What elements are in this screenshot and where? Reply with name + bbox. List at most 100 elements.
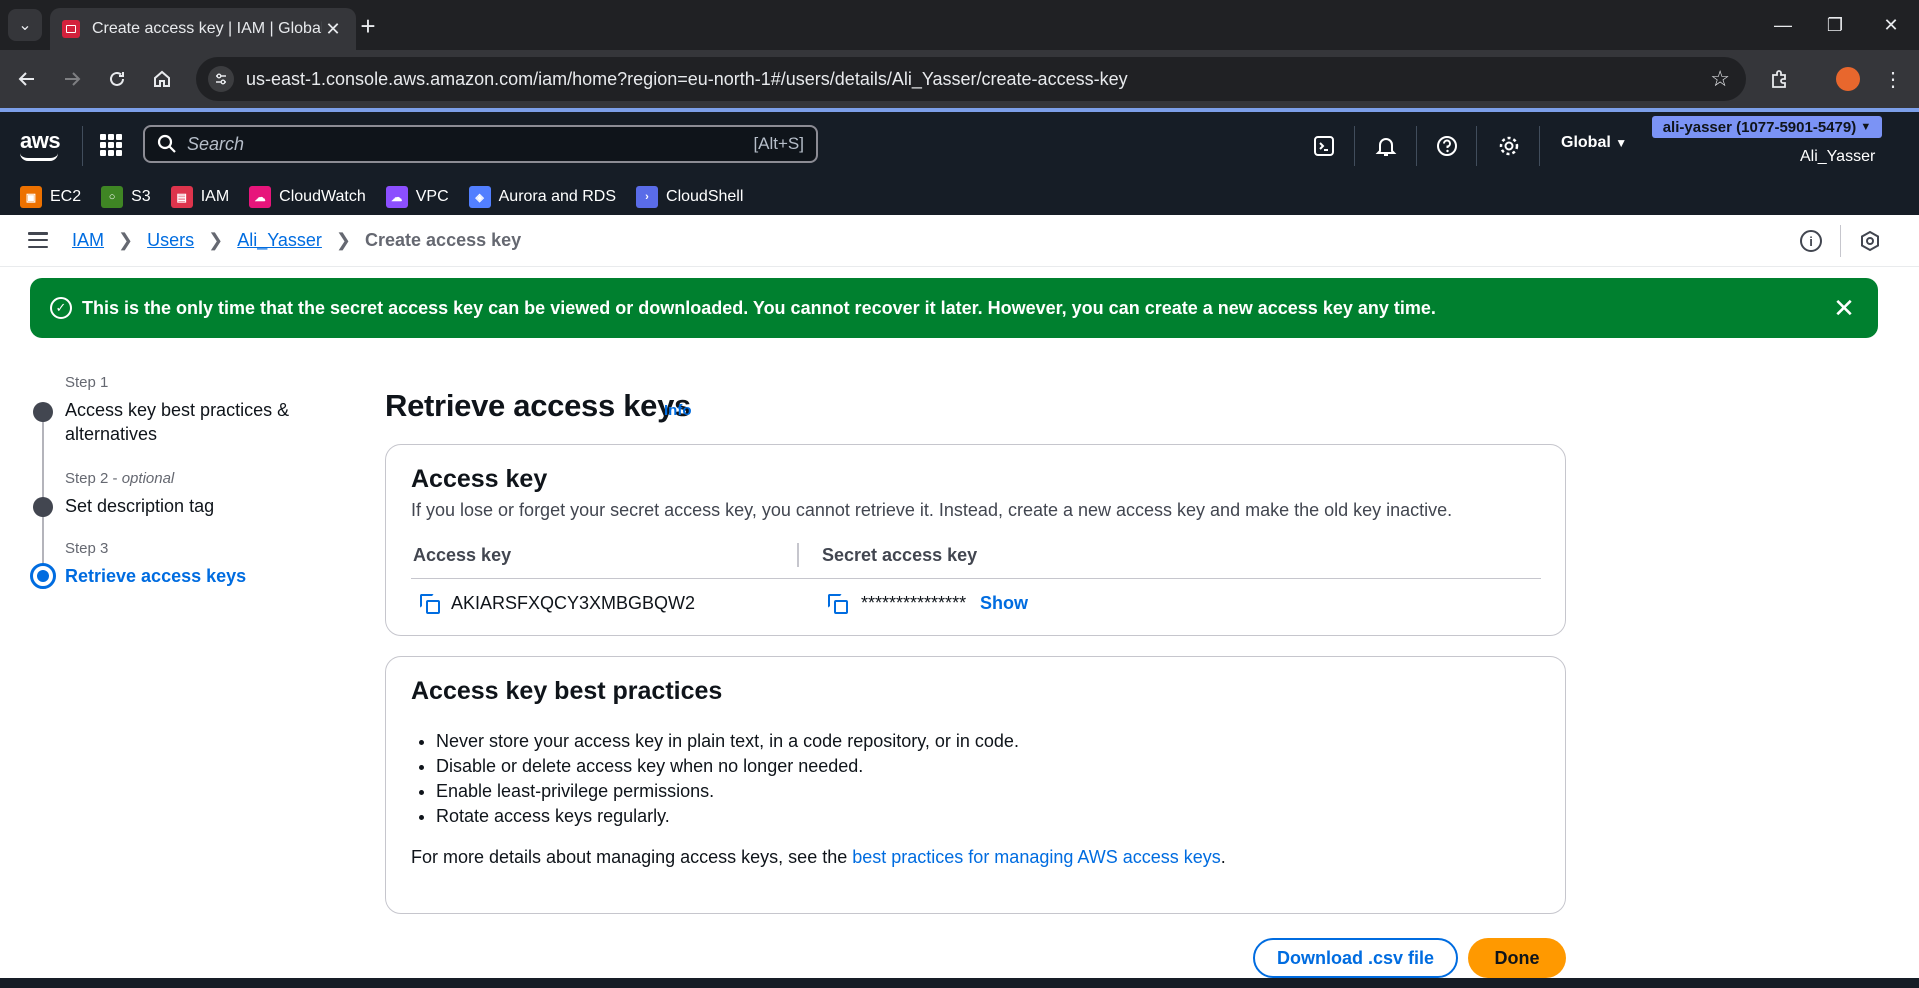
info-panel-icon[interactable]: i — [1800, 230, 1822, 252]
aws-logo[interactable]: aws — [20, 128, 61, 161]
list-item: Never store your access key in plain tex… — [436, 729, 1019, 754]
bell-icon[interactable] — [1370, 130, 1402, 162]
region-selector[interactable]: Global ▼ — [1561, 134, 1627, 152]
breadcrumb-user[interactable]: Ali_Yasser — [237, 230, 322, 251]
tab-search-button[interactable]: ⌄ — [8, 9, 42, 41]
check-circle-icon: ✓ — [50, 297, 72, 319]
arrow-right-icon — [65, 72, 81, 86]
gear-icon[interactable] — [1493, 130, 1525, 162]
info-link[interactable]: Info — [664, 402, 692, 419]
breadcrumb-users[interactable]: Users — [147, 230, 194, 251]
col-access-key: Access key — [413, 545, 512, 565]
show-secret-link[interactable]: Show — [980, 593, 1028, 614]
profile-avatar[interactable] — [1831, 62, 1865, 96]
window-close-button[interactable]: ✕ — [1863, 0, 1919, 50]
access-key-value: AKIARSFXQCY3XMBGBQW2 — [451, 593, 696, 613]
best-practices-more: For more details about managing access k… — [411, 847, 1226, 867]
step-1-label: Step 1 — [65, 374, 109, 391]
search-icon — [157, 134, 176, 153]
step-3-title: Retrieve access keys — [65, 566, 247, 586]
fav-aurora-rds[interactable]: ◈ Aurora and RDS — [468, 186, 616, 208]
step-2-title[interactable]: Set description tag — [65, 494, 305, 518]
extensions-button[interactable] — [1763, 62, 1797, 96]
fav-ec2[interactable]: ▣ EC2 — [20, 186, 81, 208]
favorites-bar: ▣ EC2 ○ S3 ▤ IAM ☁ CloudWatch ☁ VPC ◈ Aurora a… — [0, 179, 1919, 215]
best-practices-heading: Access key best practices — [411, 677, 723, 705]
chevron-right-icon: ❯ — [208, 230, 224, 250]
step-2-dot — [33, 497, 53, 517]
download-csv-button[interactable]: Download .csv file — [1253, 938, 1458, 978]
list-item: Disable or delete access key when no lon… — [436, 754, 1019, 779]
access-key-card: Access key If you lose or forget your se… — [385, 444, 1566, 636]
menu-icon[interactable] — [28, 232, 48, 248]
help-icon[interactable] — [1431, 130, 1463, 162]
access-key-description: If you lose or forget your secret access… — [411, 500, 1453, 520]
cloudshell-icon[interactable] — [1308, 130, 1340, 162]
services-grid-icon[interactable] — [100, 134, 122, 156]
chevron-right-icon: ❯ — [118, 230, 134, 250]
secret-key-masked: *************** — [861, 593, 967, 613]
chevron-down-icon: ⌄ — [18, 17, 32, 34]
site-info-icon[interactable] — [208, 66, 234, 92]
restore-button[interactable]: ❐ — [1807, 0, 1863, 50]
copy-icon[interactable] — [420, 594, 442, 616]
list-item: Rotate access keys regularly. — [436, 804, 1019, 829]
tab-title: Create access key | IAM | Global — [92, 20, 322, 37]
breadcrumb-bar: IAM ❯ Users ❯ Ali_Yasser ❯ Create access… — [0, 215, 1919, 267]
step-1-title[interactable]: Access key best practices & alternatives — [65, 398, 305, 446]
breadcrumb: IAM ❯ Users ❯ Ali_Yasser ❯ Create access… — [72, 230, 521, 251]
step-1-dot — [33, 402, 53, 422]
done-button[interactable]: Done — [1468, 938, 1566, 978]
best-practices-link[interactable]: best practices for managing AWS access k… — [852, 847, 1221, 867]
cloudshell-icon: › — [636, 186, 659, 208]
caret-down-icon: ▼ — [1615, 136, 1628, 150]
cloudwatch-icon: ☁ — [249, 186, 272, 208]
iam-favicon-icon — [62, 20, 80, 38]
s3-icon: ○ — [101, 186, 124, 208]
page-title: Retrieve access keys — [385, 388, 691, 423]
home-button[interactable] — [145, 62, 179, 96]
search-shortcut: [Alt+S] — [753, 134, 804, 153]
vpc-icon: ☁ — [385, 186, 408, 208]
aws-top-nav: aws Search [Alt+S] Global ▼ ali-yasser (… — [0, 112, 1919, 179]
breadcrumb-iam[interactable]: IAM — [72, 230, 104, 251]
browser-tab-active[interactable]: Create access key | IAM | Global ✕ — [50, 8, 356, 50]
hexagon-icon[interactable] — [1859, 230, 1881, 252]
bookmark-star-icon[interactable]: ☆ — [1710, 66, 1730, 92]
fav-cloudshell[interactable]: › CloudShell — [636, 186, 743, 208]
tab-close-icon[interactable]: ✕ — [322, 18, 344, 40]
fav-s3[interactable]: ○ S3 — [101, 186, 151, 208]
new-tab-button[interactable]: + — [352, 10, 384, 42]
reload-icon — [110, 71, 124, 86]
home-icon — [154, 70, 170, 87]
list-item: Enable least-privilege permissions. — [436, 779, 1019, 804]
fav-iam[interactable]: ▤ IAM — [170, 186, 229, 208]
minimize-button[interactable]: — — [1755, 0, 1811, 50]
forward-button[interactable] — [55, 62, 89, 96]
browser-tab-bar: ⌄ Create access key | IAM | Global ✕ + —… — [0, 0, 1919, 50]
ec2-icon: ▣ — [20, 186, 42, 208]
reload-button[interactable] — [100, 62, 134, 96]
fav-vpc[interactable]: ☁ VPC — [385, 186, 449, 208]
col-secret-key: Secret access key — [822, 545, 978, 565]
url-text: us-east-1.console.aws.amazon.com/iam/hom… — [246, 68, 1128, 89]
back-button[interactable] — [10, 62, 44, 96]
step-2-label: Step 2 - optional — [65, 470, 175, 487]
account-username: Ali_Yasser — [1800, 148, 1876, 165]
browser-menu-icon[interactable]: ⋮ — [1876, 62, 1910, 96]
flash-message: This is the only time that the secret ac… — [82, 297, 1436, 318]
address-bar[interactable]: us-east-1.console.aws.amazon.com/iam/hom… — [196, 57, 1746, 101]
caret-down-icon: ▼ — [1860, 121, 1872, 133]
step-3-dot — [30, 563, 56, 589]
fav-cloudwatch[interactable]: ☁ CloudWatch — [249, 186, 366, 208]
success-flash-banner: ✓ This is the only time that the secret … — [30, 278, 1878, 338]
account-menu[interactable]: ali-yasser (1077-5901-5479) ▼ — [1652, 116, 1882, 138]
access-key-heading: Access key — [411, 465, 548, 493]
close-icon[interactable]: ✕ — [1830, 293, 1858, 324]
copy-icon[interactable] — [828, 594, 850, 616]
rds-icon: ◈ — [468, 186, 491, 208]
step-3-label: Step 3 — [65, 540, 109, 557]
breadcrumb-current: Create access key — [365, 230, 522, 250]
arrow-left-icon — [18, 72, 34, 86]
search-input[interactable]: Search [Alt+S] — [143, 125, 818, 163]
